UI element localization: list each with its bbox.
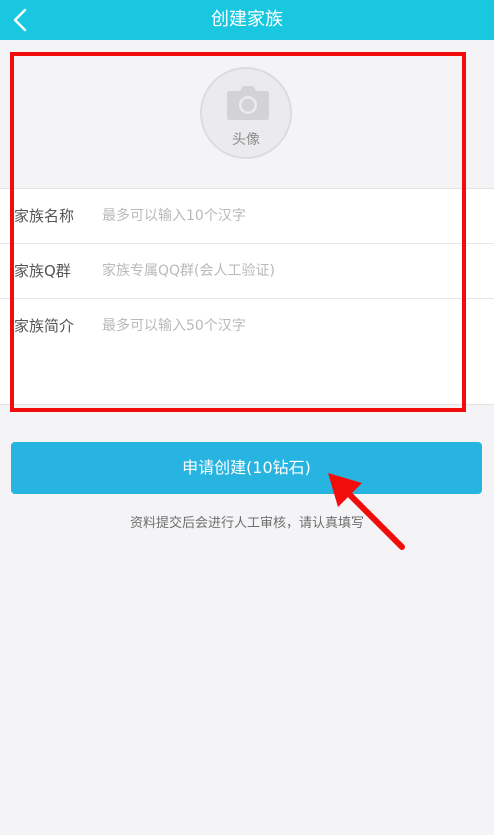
form-row-intro: 家族简介 bbox=[0, 299, 494, 404]
review-note: 资料提交后会进行人工审核，请认真填写 bbox=[129, 516, 364, 531]
avatar-section: 头像 bbox=[0, 40, 494, 188]
intro-label: 家族简介 bbox=[14, 317, 75, 335]
form-row-name: 家族名称 bbox=[0, 189, 494, 244]
name-label: 家族名称 bbox=[14, 207, 75, 225]
avatar-label: 头像 bbox=[232, 132, 260, 148]
camera-icon bbox=[227, 86, 269, 120]
family-form: 家族名称 家族Q群 家族简介 bbox=[0, 188, 494, 405]
family-intro-input[interactable] bbox=[102, 316, 472, 396]
submit-create-button[interactable]: 申请创建(10钻石) bbox=[11, 442, 482, 494]
qq-group-label: 家族Q群 bbox=[14, 262, 71, 280]
avatar-upload-button[interactable]: 头像 bbox=[200, 67, 292, 159]
family-name-input[interactable] bbox=[102, 203, 472, 229]
qq-group-input[interactable] bbox=[102, 258, 472, 284]
header-bar: 创建家族 bbox=[0, 0, 494, 40]
page-title: 创建家族 bbox=[211, 9, 283, 30]
form-row-qq-group: 家族Q群 bbox=[0, 244, 494, 299]
